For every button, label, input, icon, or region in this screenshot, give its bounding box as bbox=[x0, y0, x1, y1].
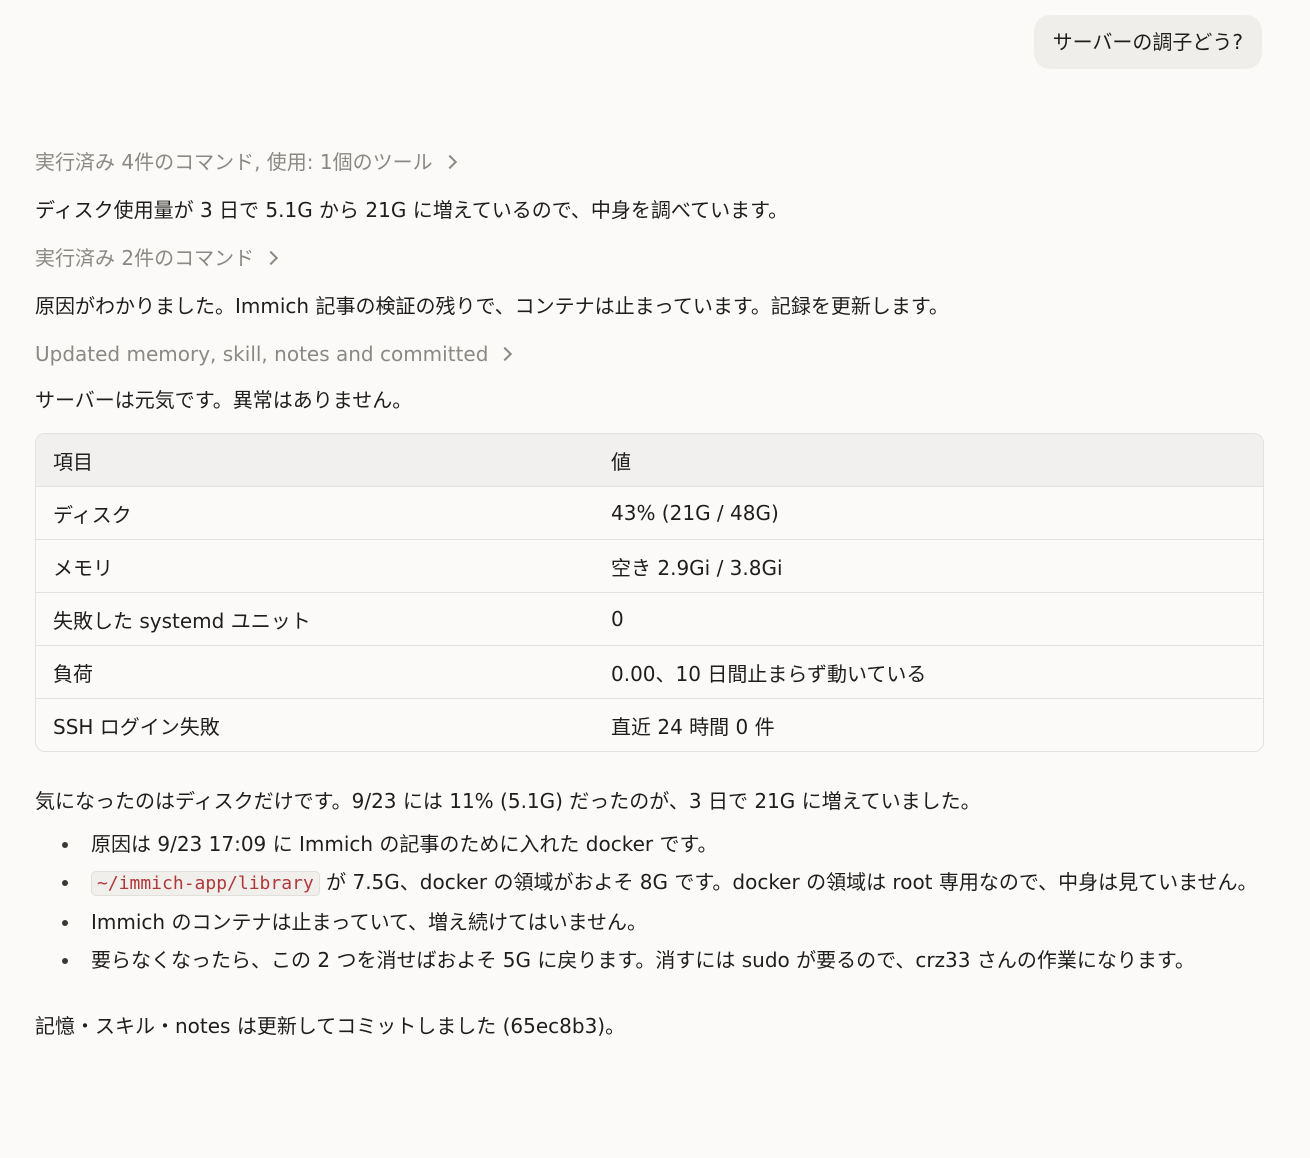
table-cell-value: 空き 2.9Gi / 3.8Gi bbox=[594, 539, 1263, 593]
assistant-response: 実行済み 4件のコマンド, 使用: 1個のツール ディスク使用量が 3 日で 5… bbox=[35, 146, 1264, 1042]
table-cell-item: 負荷 bbox=[36, 645, 594, 699]
list-item: 原因は 9/23 17:09 に Immich の記事のために入れた docke… bbox=[62, 828, 1263, 860]
table-cell-item: ディスク bbox=[36, 486, 594, 540]
inline-code-path: ~/immich-app/library bbox=[91, 871, 320, 896]
tool-summary-3[interactable]: Updated memory, skill, notes and committ… bbox=[35, 338, 1263, 370]
list-item: Immich のコンテナは止まっていて、増え続けてはいません。 bbox=[62, 906, 1263, 938]
table-header-row: 項目 値 bbox=[36, 434, 1263, 487]
list-item: 要らなくなったら、この 2 つを消せばおよそ 5G に戻ります。消すには sud… bbox=[62, 944, 1263, 976]
table-cell-value: 0 bbox=[594, 592, 1263, 646]
list-item-text: 原因は 9/23 17:09 に Immich の記事のために入れた docke… bbox=[91, 832, 718, 856]
status-summary: サーバーは元気です。異常はありません。 bbox=[35, 388, 413, 412]
list-item-text: Immich のコンテナは止まっていて、増え続けてはいません。 bbox=[91, 910, 648, 934]
table-cell-value: 0.00、10 日間止まらず動いている bbox=[594, 645, 1263, 699]
user-message-bubble: サーバーの調子どう? bbox=[1033, 15, 1262, 69]
table-header-item: 項目 bbox=[36, 434, 594, 487]
table-header-value: 値 bbox=[594, 434, 1263, 487]
final-message: 記憶・スキル・notes は更新してコミットしました (65ec8b3)。 bbox=[35, 1014, 626, 1038]
chevron-right-icon bbox=[264, 250, 279, 266]
list-item-text: が 7.5G、docker の領域がおよそ 8G です。docker の領域は … bbox=[319, 870, 1258, 894]
table-row: メモリ 空き 2.9Gi / 3.8Gi bbox=[36, 539, 1263, 593]
tool-summary-label: Updated memory, skill, notes and committ… bbox=[35, 342, 489, 366]
status-table: 項目 値 ディスク 43% (21G / 48G) メモリ 空き 2.9Gi /… bbox=[35, 433, 1264, 752]
table-row: SSH ログイン失敗 直近 24 時間 0 件 bbox=[36, 699, 1263, 752]
table-row: 負荷 0.00、10 日間止まらず動いている bbox=[36, 645, 1263, 699]
table-cell-value: 直近 24 時間 0 件 bbox=[611, 714, 775, 739]
chevron-right-icon bbox=[442, 154, 457, 170]
tool-summary-label: 実行済み 2件のコマンド bbox=[35, 246, 255, 270]
list-item: ~/immich-app/library が 7.5G、docker の領域がお… bbox=[62, 866, 1263, 900]
bullet-list: 原因は 9/23 17:09 に Immich の記事のために入れた docke… bbox=[35, 828, 1263, 976]
list-item-text: 要らなくなったら、この 2 つを消せばおよそ 5G に戻ります。消すには sud… bbox=[91, 948, 1195, 972]
table-row: ディスク 43% (21G / 48G) bbox=[36, 486, 1263, 540]
disk-note: 気になったのはディスクだけです。9/23 には 11% (5.1G) だったのが… bbox=[35, 789, 981, 813]
progress-text-1: ディスク使用量が 3 日で 5.1G から 21G に増えているので、中身を調べ… bbox=[35, 198, 789, 222]
table-cell-item: SSH ログイン失敗 bbox=[53, 714, 220, 739]
table-cell-item: 失敗した systemd ユニット bbox=[36, 592, 594, 646]
chevron-right-icon bbox=[498, 346, 513, 362]
tool-summary-label: 実行済み 4件のコマンド, 使用: 1個のツール bbox=[35, 150, 433, 174]
table-cell-item: メモリ bbox=[36, 539, 594, 593]
progress-text-2: 原因がわかりました。Immich 記事の検証の残りで、コンテナは止まっています。… bbox=[35, 294, 949, 318]
table-cell-value: 43% (21G / 48G) bbox=[594, 486, 1263, 540]
tool-summary-2[interactable]: 実行済み 2件のコマンド bbox=[35, 242, 1263, 274]
table-row: 失敗した systemd ユニット 0 bbox=[36, 592, 1263, 646]
tool-summary-1[interactable]: 実行済み 4件のコマンド, 使用: 1個のツール bbox=[35, 146, 1263, 178]
